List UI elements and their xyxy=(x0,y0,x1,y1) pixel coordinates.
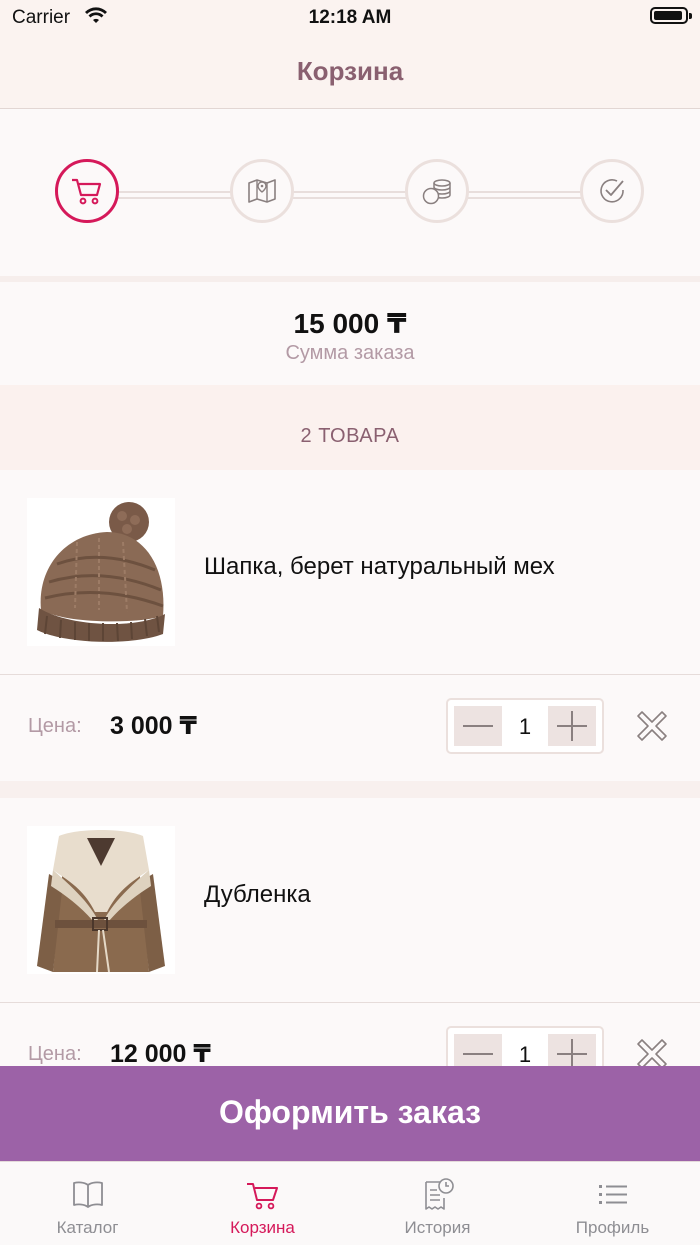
product-image-coat[interactable] xyxy=(27,826,175,974)
tab-cart[interactable]: Корзина xyxy=(175,1162,350,1245)
checkout-button[interactable]: Оформить заказ xyxy=(0,1066,700,1161)
tab-label: История xyxy=(404,1218,471,1237)
cart-item: Шапка, берет натуральный мех Цена: 3 000… xyxy=(0,470,700,781)
decrease-button[interactable] xyxy=(454,706,502,746)
list-icon xyxy=(599,1185,627,1204)
items-count: 2 ТОВАРА xyxy=(300,425,400,447)
product-name[interactable]: Дубленка xyxy=(204,881,311,909)
cart-item: Дубленка Цена: 12 000 ₸ 1 xyxy=(0,798,700,1109)
price-label: Цена: xyxy=(28,715,82,737)
step-payment[interactable] xyxy=(405,159,469,223)
step-confirm[interactable] xyxy=(580,159,644,223)
checkout-button-label: Оформить заказ xyxy=(218,1094,482,1130)
step-delivery[interactable] xyxy=(230,159,294,223)
step-cart[interactable] xyxy=(55,159,119,223)
page-title: Корзина xyxy=(296,56,404,86)
plus-icon xyxy=(557,1039,587,1069)
order-total-label: Сумма заказа xyxy=(285,342,415,364)
product-name[interactable]: Шапка, берет натуральный мех xyxy=(204,553,555,581)
map-icon xyxy=(248,179,276,203)
tab-label: Корзина xyxy=(230,1218,295,1237)
product-image-hat[interactable] xyxy=(27,498,175,646)
stepper-track xyxy=(88,191,612,199)
coins-icon xyxy=(422,179,451,205)
order-summary: 15 000 ₸ Сумма заказа xyxy=(0,282,700,385)
tab-label: Профиль xyxy=(575,1218,650,1237)
cart-icon xyxy=(72,178,102,205)
minus-icon xyxy=(463,1053,493,1055)
cart-icon xyxy=(247,1183,278,1210)
book-icon xyxy=(73,1181,103,1208)
close-icon xyxy=(637,711,667,741)
checkout-stepper xyxy=(0,109,700,276)
minus-icon xyxy=(463,725,493,727)
increase-button[interactable] xyxy=(548,706,596,746)
quantity-stepper: 1 xyxy=(446,698,604,754)
battery-icon xyxy=(650,7,692,24)
divider xyxy=(0,1002,700,1003)
top-bar: Carrier 12:18 AM Корзина xyxy=(0,0,700,109)
quantity-value[interactable]: 1 xyxy=(502,1042,548,1068)
remove-button[interactable] xyxy=(636,710,668,742)
tab-history[interactable]: История xyxy=(350,1162,525,1245)
quantity-value[interactable]: 1 xyxy=(502,714,548,740)
check-circle-icon xyxy=(600,179,624,203)
product-price: 3 000 ₸ xyxy=(110,712,197,740)
price-label: Цена: xyxy=(28,1043,82,1065)
order-total: 15 000 ₸ xyxy=(293,308,407,339)
tab-bar: Каталог Корзина История Профиль xyxy=(0,1161,700,1245)
tab-profile[interactable]: Профиль xyxy=(525,1162,700,1245)
items-count-header: 2 ТОВАРА xyxy=(0,385,700,470)
product-price: 12 000 ₸ xyxy=(110,1040,211,1068)
status-bar: Carrier 12:18 AM xyxy=(0,0,700,36)
divider xyxy=(0,674,700,675)
clock: 12:18 AM xyxy=(308,7,392,28)
tab-catalog[interactable]: Каталог xyxy=(0,1162,175,1245)
plus-icon xyxy=(557,711,587,741)
item-separator xyxy=(0,781,700,798)
receipt-clock-icon xyxy=(425,1178,454,1210)
tab-label: Каталог xyxy=(56,1218,119,1237)
